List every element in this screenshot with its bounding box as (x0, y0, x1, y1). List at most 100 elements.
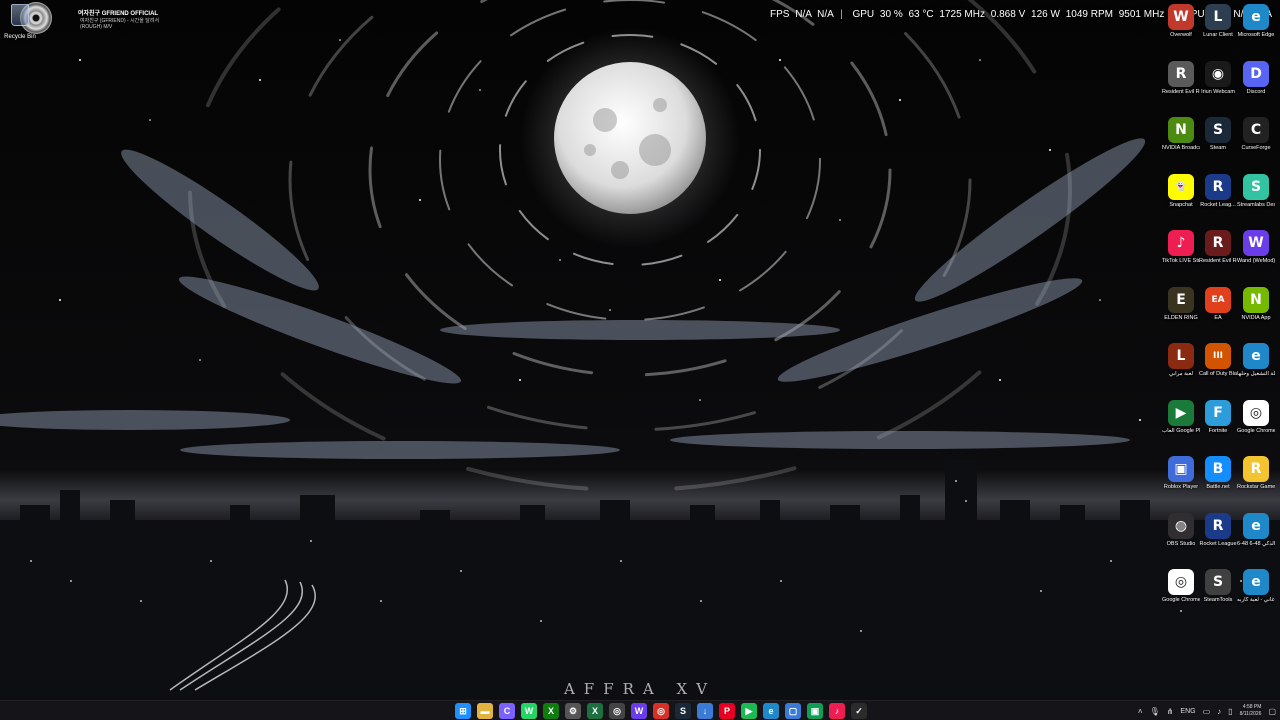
explorer-app[interactable]: ▢ (785, 703, 801, 719)
copilot-app[interactable]: C (499, 703, 515, 719)
fps-value-1: N/A (795, 9, 812, 20)
recycle-bin[interactable]: Recycle Bin (2, 4, 38, 40)
desktop-icon-label: Lunar Client (1203, 32, 1233, 38)
desktop-icon[interactable]: e6-48 6-48 الفيديو الذكي (1237, 512, 1275, 548)
desktop-icon[interactable]: ▣ Roblox Player (1162, 456, 1200, 491)
desktop-icon[interactable]: 👻 Snapchat (1162, 173, 1200, 209)
app-icon: e (1243, 512, 1269, 539)
desktop-icon[interactable]: ◎ Google Chrome (1162, 569, 1200, 604)
wallpaper-art (0, 0, 1280, 700)
desktop-icon[interactable]: S Steam (1199, 117, 1237, 152)
desktop-icon-label: Rocket League (1199, 540, 1237, 547)
file-explorer-app[interactable]: ▬ (477, 703, 493, 719)
media-app[interactable]: ▶ (741, 703, 757, 719)
fps-label: FPS (770, 9, 790, 20)
desktop-icon[interactable]: e ميكس اغاني - لعبة كاربه (1237, 569, 1275, 604)
desktop-icon[interactable]: W Wand (WeMod) (1237, 230, 1275, 265)
recycle-bin-icon (11, 4, 29, 26)
desktop-wallpaper: AFFRA XV (0, 0, 1280, 700)
chevron-up-icon[interactable]: ˄ (1138, 707, 1143, 716)
volume-icon[interactable]: ♪ (1217, 707, 1221, 716)
app-icon: E (1168, 286, 1194, 313)
desktop-icon[interactable]: e تحديد مشكلة التشغيل وحلها (1237, 343, 1275, 378)
app-icon: ◉ (1205, 60, 1231, 87)
desktop-icon[interactable]: S SteamTools (1199, 569, 1237, 604)
gpu-mem-clock: 9501 MHz (1118, 9, 1165, 20)
desktop-icon-label: CurseForge (1241, 145, 1271, 151)
display-icon[interactable]: ▭ (1203, 707, 1211, 716)
desktop-icon[interactable]: e Microsoft Edge (1237, 4, 1275, 39)
desktop-icon[interactable]: C CurseForge (1237, 117, 1275, 152)
app-icon: R (1243, 456, 1269, 482)
desktop-icon[interactable]: L Lunar Client (1199, 4, 1237, 39)
desktop-icon[interactable]: W Overwolf (1162, 4, 1200, 39)
desktop-icon[interactable]: R Rocket Leag... (1199, 173, 1237, 209)
steelseries-app[interactable]: ◎ (609, 703, 625, 719)
app-icon: F (1205, 399, 1231, 426)
desktop-icon-label: Google Chrome (1237, 427, 1275, 434)
now-playing-widget[interactable]: 여자친구 GFRIEND OFFICIAL 여자친구 (GFRIEND) - 시… (20, 2, 170, 34)
desktop-icon-label: SteamTools (1203, 597, 1233, 603)
desktop-icon[interactable]: N NVIDIA App (1237, 286, 1275, 322)
app-icon: e (1243, 343, 1269, 369)
desktop-icon[interactable]: R Rocket League (1199, 512, 1237, 548)
desktop-icon[interactable]: N NVIDIA Broadcast (1162, 117, 1200, 152)
desktop-icon[interactable]: III Call of Duty Black Ops III (1199, 343, 1237, 378)
battery-icon[interactable]: ▯ (1228, 707, 1232, 716)
wand-app[interactable]: W (631, 703, 647, 719)
desktop-icon[interactable]: ▶العاب Google Play (1162, 399, 1200, 435)
settings-app[interactable]: ⚙ (565, 703, 581, 719)
desktop-icon-label: 6-48 6-48 الفيديو الذكي (1237, 540, 1275, 547)
app-icon: EA (1205, 286, 1231, 313)
pinterest-app[interactable]: P (719, 703, 735, 719)
notification-icon[interactable]: ▢ (1268, 707, 1276, 716)
desktop-icon[interactable]: ◉ Iriun Webcam (1199, 60, 1237, 96)
desktop-icon[interactable]: RResident Evil Requiem (1162, 60, 1200, 96)
app-icon: L (1168, 343, 1194, 369)
desktop-icon-label: Resident Evil Revelations (1199, 258, 1237, 264)
start-button[interactable]: ⊞ (455, 703, 471, 719)
desktop-icon[interactable]: R Rockstar Games (1237, 456, 1275, 491)
now-playing-title: 여자친구 GFRIEND OFFICIAL (78, 11, 159, 17)
download-app[interactable]: ↓ (697, 703, 713, 719)
tiktok-app[interactable]: ♪ (829, 703, 845, 719)
desktop-icon-label: Streamlabs Desktop (1237, 201, 1275, 208)
app-icon: N (1168, 117, 1194, 143)
desktop-icon-label: Resident Evil Requiem (1162, 88, 1200, 95)
gpu-clock: 1725 MHz (939, 9, 985, 20)
desktop-icon[interactable]: L لعبة مرابي (1162, 343, 1200, 378)
app-icon: R (1205, 173, 1231, 200)
capcut-app[interactable]: ✓ (851, 703, 867, 719)
desktop-icon[interactable]: D Discord (1237, 60, 1275, 96)
store-app[interactable]: ▣ (807, 703, 823, 719)
chrome-app[interactable]: ◎ (653, 703, 669, 719)
clock[interactable]: 4:58 PM 8/11/2026 (1240, 704, 1262, 718)
app-icon: R (1168, 60, 1194, 87)
desktop-icon-label: Roblox Player (1163, 484, 1199, 490)
excel-app[interactable]: X (587, 703, 603, 719)
app-icon: N (1243, 286, 1269, 313)
desktop-icon-label: Snapchat (1169, 201, 1193, 208)
desktop-icon-label: Microsoft Edge (1237, 32, 1275, 38)
desktop-icon[interactable]: B Battle.net (1199, 456, 1237, 491)
desktop-icon[interactable]: EA EA (1199, 286, 1237, 322)
desktop-icon[interactable]: ♪ TikTok LIVE Studio (1162, 230, 1200, 265)
xbox-app[interactable]: X (543, 703, 559, 719)
microphone-icon[interactable]: 🎙 (1150, 707, 1160, 716)
desktop-icon[interactable]: SStreamlabs Desktop (1237, 173, 1275, 209)
app-icon: L (1205, 4, 1231, 30)
whatsapp-app[interactable]: W (521, 703, 537, 719)
desktop-icon[interactable]: R Resident Evil Revelations (1199, 230, 1237, 265)
language-indicator[interactable]: ENG (1180, 708, 1195, 715)
desktop-icon[interactable]: F Fortnite (1199, 399, 1237, 435)
desktop-icon[interactable]: ◍ OBS Studio (1162, 512, 1200, 548)
desktop-icon-label: Iriun Webcam (1201, 88, 1235, 95)
desktop-icon[interactable]: ◎ Google Chrome (1237, 399, 1275, 435)
edge-app[interactable]: e (763, 703, 779, 719)
desktop-icon-label: EA (1214, 314, 1222, 321)
steam-app[interactable]: S (675, 703, 691, 719)
desktop-icon-label: Google Chrome (1162, 597, 1200, 603)
network-icon[interactable]: ⋔ (1167, 707, 1174, 716)
desktop-icon[interactable]: E ELDEN RING (1162, 286, 1200, 322)
desktop-icon-label: Rockstar Games (1237, 484, 1275, 490)
